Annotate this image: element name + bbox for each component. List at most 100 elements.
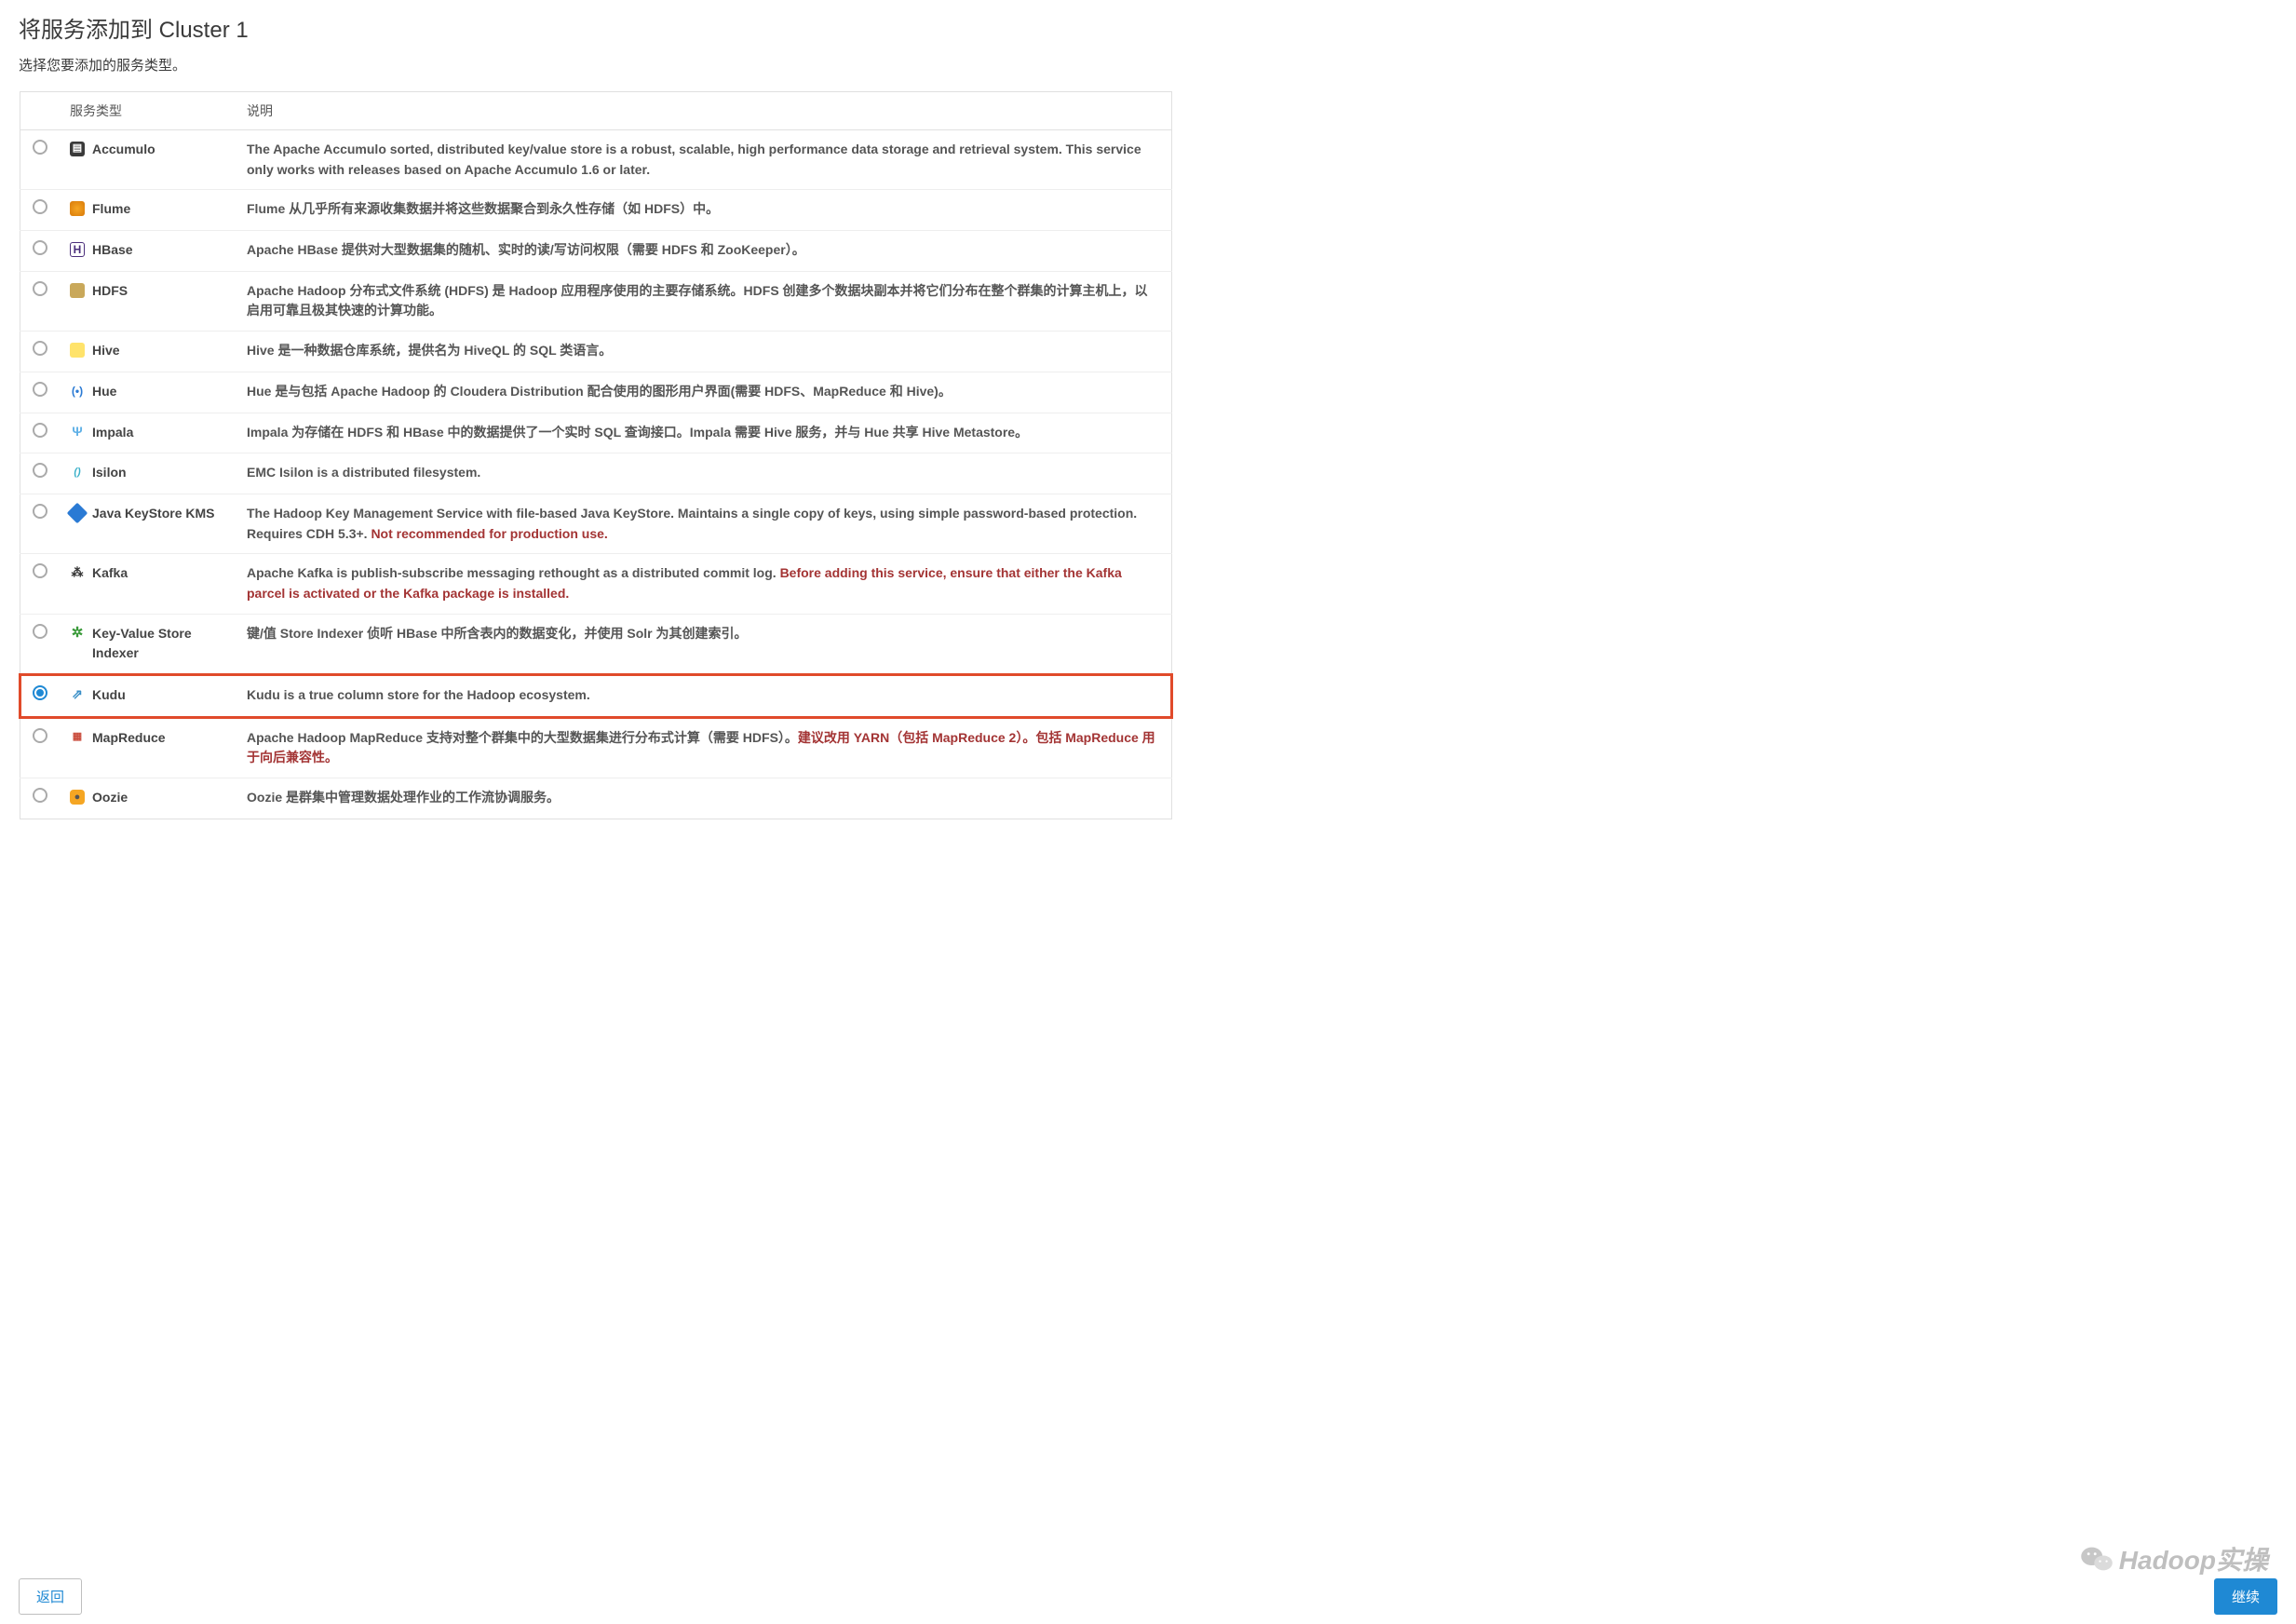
service-desc: Flume 从几乎所有来源收集数据并将这些数据聚合到永久性存储（如 HDFS）中… — [236, 190, 1172, 231]
desc-text: Apache Hadoop 分布式文件系统 (HDFS) 是 Hadoop 应用… — [247, 283, 1148, 318]
radio-cell[interactable] — [20, 614, 60, 674]
col-header-desc: 说明 — [236, 92, 1172, 130]
name-cell: HHBase — [59, 231, 236, 272]
service-radio-hue[interactable] — [33, 382, 47, 397]
continue-button[interactable]: 继续 — [2214, 1578, 2277, 1615]
service-row-oozie[interactable]: ●OozieOozie 是群集中管理数据处理作业的工作流协调服务。 — [20, 778, 1172, 819]
service-name-label: Isilon — [92, 463, 127, 483]
radio-cell[interactable] — [20, 372, 60, 413]
service-row-kms[interactable]: Java KeyStore KMSThe Hadoop Key Manageme… — [20, 494, 1172, 553]
desc-text: Kudu is a true column store for the Hado… — [247, 687, 590, 702]
radio-cell[interactable] — [20, 413, 60, 453]
name-cell: ▤ Accumulo — [59, 130, 236, 190]
radio-cell[interactable] — [20, 554, 60, 614]
service-radio-kms[interactable] — [33, 504, 47, 519]
service-radio-oozie[interactable] — [33, 788, 47, 803]
radio-cell[interactable] — [20, 717, 60, 778]
flume-icon — [70, 201, 85, 216]
service-desc: EMC Isilon is a distributed filesystem. — [236, 453, 1172, 494]
service-radio-kvsi[interactable] — [33, 624, 47, 639]
desc-text: Impala 为存储在 HDFS 和 HBase 中的数据提供了一个实时 SQL… — [247, 425, 1028, 440]
service-radio-flume[interactable] — [33, 199, 47, 214]
radio-cell[interactable] — [20, 271, 60, 331]
service-radio-hdfs[interactable] — [33, 281, 47, 296]
radio-cell[interactable] — [20, 130, 60, 190]
service-radio-mapreduce[interactable] — [33, 728, 47, 743]
col-header-type: 服务类型 — [59, 92, 236, 130]
service-desc: The Apache Accumulo sorted, distributed … — [236, 130, 1172, 190]
mapreduce-icon: ▦ — [70, 730, 85, 745]
name-cell: Java KeyStore KMS — [59, 494, 236, 553]
kafka-icon: ⁂ — [70, 565, 85, 580]
service-row-kvsi[interactable]: ✲Key-Value Store Indexer 键/值 Store Indexe… — [20, 614, 1172, 674]
service-name-label: Hue — [92, 382, 116, 402]
radio-cell[interactable] — [20, 332, 60, 372]
name-cell: ▦ MapReduce — [59, 717, 236, 778]
services-table: 服务类型 说明 ▤ Accumulo The Apache Accumulo sor… — [19, 91, 1173, 819]
name-cell: ⁂ Kafka — [59, 554, 236, 614]
desc-text: Hue 是与包括 Apache Hadoop 的 Cloudera Distri… — [247, 384, 952, 399]
desc-text: Apache Hadoop MapReduce 支持对整个群集中的大型数据集进行… — [247, 730, 798, 745]
col-header-radio — [20, 92, 60, 130]
service-desc: Hive 是一种数据仓库系统，提供名为 HiveQL 的 SQL 类语言。 — [236, 332, 1172, 372]
name-cell: ⇗Kudu — [59, 675, 236, 718]
back-button[interactable]: 返回 — [19, 1578, 82, 1615]
service-radio-kudu[interactable] — [33, 685, 47, 700]
desc-text: Apache Kafka is publish-subscribe messag… — [247, 565, 780, 580]
service-desc: Apache Hadoop MapReduce 支持对整个群集中的大型数据集进行… — [236, 717, 1172, 778]
service-row-hive[interactable]: HiveHive 是一种数据仓库系统，提供名为 HiveQL 的 SQL 类语言… — [20, 332, 1172, 372]
radio-cell[interactable] — [20, 231, 60, 272]
service-desc: Impala 为存储在 HDFS 和 HBase 中的数据提供了一个实时 SQL… — [236, 413, 1172, 453]
radio-cell[interactable] — [20, 494, 60, 553]
desc-text: EMC Isilon is a distributed filesystem. — [247, 465, 480, 480]
oozie-icon: ● — [70, 790, 85, 805]
service-row-kudu[interactable]: ⇗Kudu Kudu is a true column store for the… — [20, 675, 1172, 718]
service-row-kafka[interactable]: ⁂ Kafka Apache Kafka is publish-subscribe … — [20, 554, 1172, 614]
desc-text: 键/值 Store Indexer 侦听 HBase 中所含表内的数据变化，并使… — [247, 626, 748, 641]
service-row-hue[interactable]: (•) Hue Hue 是与包括 Apache Hadoop 的 Cloudera … — [20, 372, 1172, 413]
hue-icon: (•) — [70, 384, 85, 399]
service-row-flume[interactable]: FlumeFlume 从几乎所有来源收集数据并将这些数据聚合到永久性存储（如 H… — [20, 190, 1172, 231]
service-row-hbase[interactable]: HHBase Apache HBase 提供对大型数据集的随机、实时的读/写访问权… — [20, 231, 1172, 272]
footer-bar: 返回 继续 — [0, 1569, 2296, 1624]
isilon-icon: () — [70, 465, 85, 480]
accumulo-icon: ▤ — [70, 142, 85, 156]
kudu-icon: ⇗ — [70, 687, 85, 702]
service-radio-hive[interactable] — [33, 341, 47, 356]
hdfs-icon — [70, 283, 85, 298]
service-row-isilon[interactable]: () Isilon EMC Isilon is a distributed file… — [20, 453, 1172, 494]
service-name-label: Accumulo — [92, 140, 155, 160]
radio-cell[interactable] — [20, 453, 60, 494]
service-row-hdfs[interactable]: HDFSApache Hadoop 分布式文件系统 (HDFS) 是 Hadoo… — [20, 271, 1172, 331]
service-radio-impala[interactable] — [33, 423, 47, 438]
radio-cell[interactable] — [20, 190, 60, 231]
name-cell: ✲Key-Value Store Indexer — [59, 614, 236, 674]
service-name-label: MapReduce — [92, 728, 166, 749]
radio-cell[interactable] — [20, 675, 60, 718]
name-cell: ● Oozie — [59, 778, 236, 819]
service-radio-accumulo[interactable] — [33, 140, 47, 155]
service-row-mapreduce[interactable]: ▦ MapReduce Apache Hadoop MapReduce 支持对整个群… — [20, 717, 1172, 778]
name-cell: () Isilon — [59, 453, 236, 494]
service-desc: Apache Hadoop 分布式文件系统 (HDFS) 是 Hadoop 应用… — [236, 271, 1172, 331]
desc-text: Apache HBase 提供对大型数据集的随机、实时的读/写访问权限（需要 H… — [247, 242, 805, 257]
service-row-accumulo[interactable]: ▤ Accumulo The Apache Accumulo sorted, dis… — [20, 130, 1172, 190]
service-name-label: Kafka — [92, 563, 128, 584]
service-name-label: Oozie — [92, 788, 128, 808]
service-radio-hbase[interactable] — [33, 240, 47, 255]
hive-icon — [70, 343, 85, 358]
kms-icon — [67, 503, 88, 524]
service-desc: Apache HBase 提供对大型数据集的随机、实时的读/写访问权限（需要 H… — [236, 231, 1172, 272]
desc-text: Hive 是一种数据仓库系统，提供名为 HiveQL 的 SQL 类语言。 — [247, 343, 612, 358]
service-row-impala[interactable]: ΨImpalaImpala 为存储在 HDFS 和 HBase 中的数据提供了一… — [20, 413, 1172, 453]
service-desc: Apache Kafka is publish-subscribe messag… — [236, 554, 1172, 614]
desc-text: The Apache Accumulo sorted, distributed … — [247, 142, 1141, 177]
desc-text: Flume 从几乎所有来源收集数据并将这些数据聚合到永久性存储（如 HDFS）中… — [247, 201, 719, 216]
radio-cell[interactable] — [20, 778, 60, 819]
service-radio-isilon[interactable] — [33, 463, 47, 478]
service-radio-kafka[interactable] — [33, 563, 47, 578]
add-service-page: 将服务添加到 Cluster 1 选择您要添加的服务类型。 服务类型 说明 ▤A… — [0, 0, 1192, 894]
service-desc: Kudu is a true column store for the Hado… — [236, 675, 1172, 718]
service-name-label: Java KeyStore KMS — [92, 504, 215, 524]
service-name-label: Impala — [92, 423, 133, 443]
